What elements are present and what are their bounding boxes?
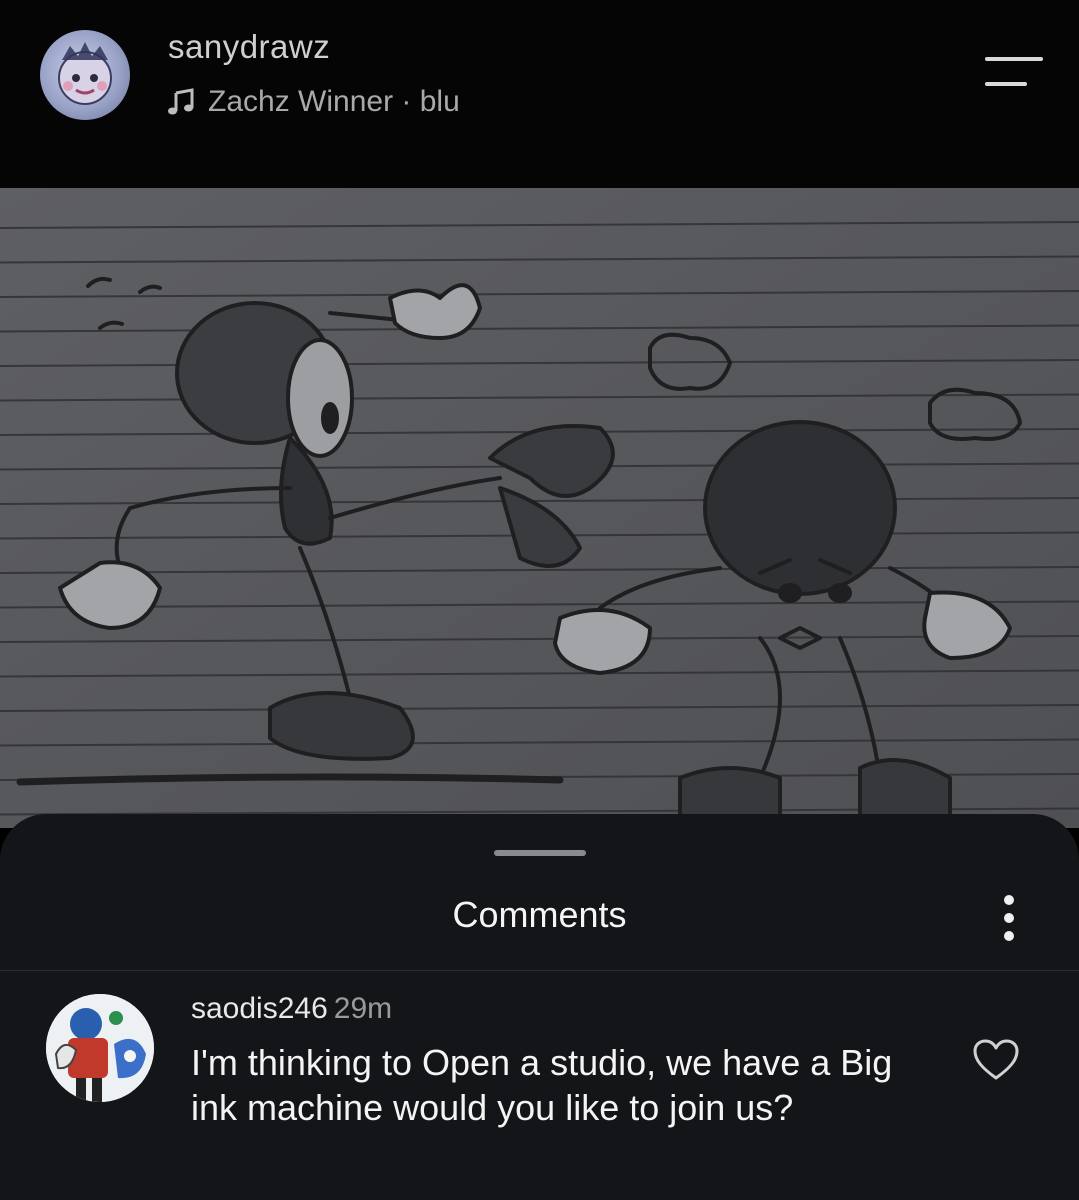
music-note-icon (168, 88, 194, 115)
post-header: sanydrawz Zachz Winner · blu (0, 0, 1079, 188)
more-vertical-icon[interactable] (996, 892, 1022, 944)
sheet-grabber[interactable] (494, 850, 586, 856)
audio-attribution[interactable]: Zachz Winner · blu (166, 84, 460, 120)
post-username[interactable]: sanydrawz (168, 28, 330, 66)
comment-username[interactable]: saodis246 (191, 992, 328, 1025)
comment-time: 29m (333, 992, 393, 1025)
divider (0, 970, 1079, 971)
sketch-image[interactable] (0, 188, 1079, 828)
profile-avatar[interactable] (40, 30, 130, 120)
commenter-avatar[interactable] (46, 994, 154, 1102)
comments-sheet: Comments saodis246 29m I'm thinking to Op… (0, 814, 1079, 1200)
comment-text: I'm thinking to Open a studio, we have a… (191, 1042, 893, 1128)
menu-icon[interactable] (985, 55, 1043, 89)
comment-meta: saodis246 29m (191, 992, 392, 1026)
sheet-title: Comments (452, 894, 627, 935)
audio-label: Zachz Winner · blu (208, 85, 460, 118)
heart-icon[interactable] (972, 1038, 1020, 1082)
